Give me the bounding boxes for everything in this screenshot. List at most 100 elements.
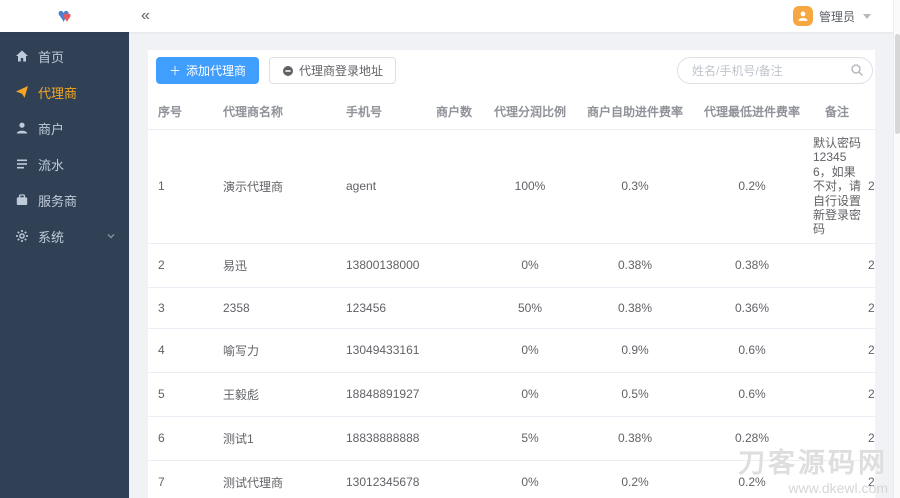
cell-agent_rate: 0.6%: [695, 328, 809, 373]
search-box: [677, 57, 873, 84]
cell-merchants: [423, 328, 485, 373]
agents-card: ＋ 添加代理商 代理商登录地址 姓名/手机号/备注 序号 代理商名称 手机号 商…: [148, 50, 875, 498]
add-agent-button[interactable]: ＋ 添加代理商: [156, 57, 260, 84]
column-header-ratio: 代理分润比例: [485, 94, 575, 130]
cell-name: 易迅: [215, 243, 338, 288]
cell-name: 演示代理商: [215, 129, 338, 244]
sidebar-item-system[interactable]: 系统: [0, 218, 129, 254]
cell-ratio: 0%: [485, 460, 575, 498]
cell-extra: 2: [865, 129, 875, 244]
cell-merchant_rate: 0.2%: [575, 460, 695, 498]
cell-name: 测试1: [215, 416, 338, 461]
agent-login-url-button[interactable]: 代理商登录地址: [269, 57, 397, 84]
sidebar-item-label: 首页: [38, 49, 65, 65]
cell-merchants: [423, 416, 485, 461]
cell-merchant_rate: 0.9%: [575, 328, 695, 373]
cell-merchant_rate: 0.38%: [575, 416, 695, 461]
person-icon: [798, 11, 808, 21]
cell-seq: 3: [148, 287, 215, 329]
cell-merchant_rate: 0.5%: [575, 372, 695, 417]
caret-down-icon: [863, 13, 871, 19]
user-menu[interactable]: 管理员: [792, 6, 871, 26]
cell-remark: [809, 372, 865, 417]
cell-extra: 2: [865, 416, 875, 461]
cell-remark: 默认密码123456，如果不对，请自行设置新登录密码: [809, 129, 865, 244]
cell-phone: 18848891927: [338, 372, 423, 417]
cell-agent_rate: 0.38%: [695, 243, 809, 288]
user-name: 管理员: [818, 9, 855, 24]
column-header-merchants: 商户数: [423, 94, 485, 130]
topbar: ♥♥ « 管理员: [0, 0, 893, 32]
cell-phone: 13049433161: [338, 328, 423, 373]
avatar: [792, 6, 813, 26]
table-row: 1 演示代理商 agent 100% 0.3% 0.2% 默认密码123456，如果不对，请…: [148, 129, 875, 244]
plus-icon: ＋: [169, 64, 182, 78]
scrollbar-thumb[interactable]: [895, 34, 900, 134]
cell-phone: 123456: [338, 287, 423, 329]
home-icon: [16, 50, 28, 62]
user-icon: [16, 122, 28, 134]
table-row: 7 测试代理商 13012345678 0% 0.2% 0.2% 2: [148, 460, 875, 498]
table-row: 2 易迅 13800138000 0% 0.38% 0.38% 2: [148, 243, 875, 288]
column-header-extra: [865, 94, 875, 130]
sidebar-item-transactions[interactable]: 流水: [0, 146, 129, 182]
cell-seq: 7: [148, 460, 215, 498]
cell-merchant_rate: 0.38%: [575, 287, 695, 329]
link-icon: [283, 65, 294, 76]
sidebar-item-merchants[interactable]: 商户: [0, 110, 129, 146]
logo-hearts-icon: ♥♥: [57, 5, 72, 27]
cell-phone: agent: [338, 129, 423, 244]
table-row: 4 喻写力 13049433161 0% 0.9% 0.6% 2: [148, 328, 875, 373]
toolbar: ＋ 添加代理商 代理商登录地址: [148, 50, 875, 94]
briefcase-icon: [16, 194, 28, 205]
table-header-row: 序号 代理商名称 手机号 商户数 代理分润比例 商户自助进件费率 代理最低进件费率 备注: [148, 94, 875, 130]
cell-merchants: [423, 243, 485, 288]
cell-seq: 6: [148, 416, 215, 461]
send-icon: [16, 86, 28, 98]
cell-agent_rate: 0.6%: [695, 372, 809, 417]
cell-agent_rate: 0.2%: [695, 129, 809, 244]
cell-name: 测试代理商: [215, 460, 338, 498]
sidebar-item-agents[interactable]: 代理商: [0, 74, 129, 110]
cell-extra: 2: [865, 287, 875, 329]
cell-phone: 13800138000: [338, 243, 423, 288]
agents-table: 序号 代理商名称 手机号 商户数 代理分润比例 商户自助进件费率 代理最低进件费率 备注 1演…: [148, 94, 875, 498]
scrollbar-track[interactable]: [893, 0, 900, 498]
cell-remark: [809, 243, 865, 288]
cell-phone: 13012345678: [338, 460, 423, 498]
table-row: 5 王毅彪 18848891927 0% 0.5% 0.6% 2: [148, 372, 875, 417]
sidebar-item-home[interactable]: 首页: [0, 38, 129, 74]
cell-agent_rate: 0.36%: [695, 287, 809, 329]
cell-merchants: [423, 460, 485, 498]
search-icon: [851, 64, 864, 77]
cell-name: 王毅彪: [215, 372, 338, 417]
column-header-agent_rate: 代理最低进件费率: [695, 94, 809, 130]
cell-remark: [809, 460, 865, 498]
cell-merchants: [423, 129, 485, 244]
cell-remark: [809, 416, 865, 461]
sidebar-item-label: 系统: [38, 229, 65, 245]
sidebar-item-label: 服务商: [38, 193, 78, 209]
cell-agent_rate: 0.2%: [695, 460, 809, 498]
logo-box: ♥♥: [0, 6, 129, 26]
list-icon: [17, 159, 27, 169]
cell-extra: 2: [865, 328, 875, 373]
cell-merchant_rate: 0.38%: [575, 243, 695, 288]
cell-ratio: 50%: [485, 287, 575, 329]
cell-ratio: 0%: [485, 328, 575, 373]
cell-name: 2358: [215, 287, 338, 329]
gear-icon: [16, 230, 28, 242]
sidebar-item-providers[interactable]: 服务商: [0, 182, 129, 218]
main-content: ＋ 添加代理商 代理商登录地址 姓名/手机号/备注 序号 代理商名称 手机号 商…: [129, 32, 893, 498]
column-header-merchant_rate: 商户自助进件费率: [575, 94, 695, 130]
table-body: 1 演示代理商 agent 100% 0.3% 0.2% 默认密码123456，如果不对，请…: [148, 129, 875, 498]
cell-ratio: 0%: [485, 243, 575, 288]
cell-seq: 4: [148, 328, 215, 373]
chevron-down-icon: [107, 234, 115, 239]
cell-seq: 5: [148, 372, 215, 417]
sidebar-item-label: 商户: [38, 121, 65, 137]
cell-extra: 2: [865, 243, 875, 288]
collapse-sidebar-button[interactable]: «: [141, 7, 150, 25]
search-input[interactable]: [677, 57, 873, 84]
cell-ratio: 5%: [485, 416, 575, 461]
